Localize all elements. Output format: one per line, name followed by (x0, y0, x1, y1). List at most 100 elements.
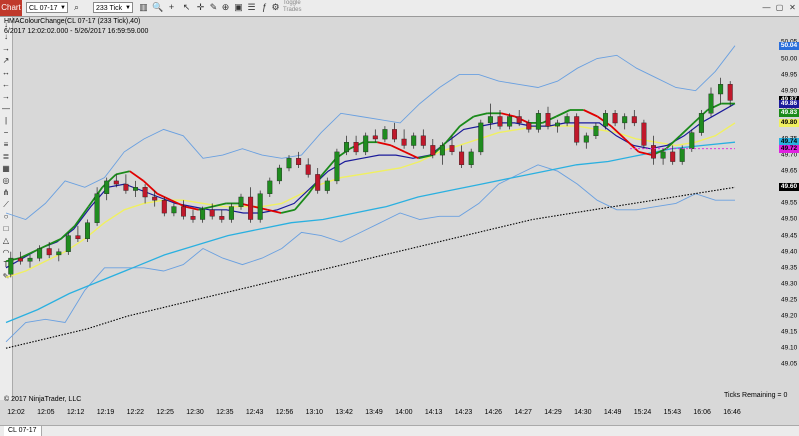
time-tick-label: 14:30 (574, 409, 592, 416)
time-tick-label: 12:35 (216, 409, 234, 416)
candle-body (37, 248, 43, 259)
candle-body (65, 235, 71, 252)
candle-body (468, 151, 474, 165)
candle-body (526, 122, 532, 130)
candle-body (344, 141, 350, 153)
time-tick-label: 12:30 (186, 409, 204, 416)
candle-body (161, 199, 167, 214)
candle-body (228, 206, 234, 220)
price-tick-label: 49.45 (781, 232, 798, 240)
time-tick-label: 12:05 (37, 409, 55, 416)
time-tick-label: 12:43 (245, 409, 264, 416)
time-tick-label: 14:00 (395, 409, 413, 416)
hma-segment (583, 109, 598, 118)
candle-body (171, 206, 177, 214)
bollinger-lower-line (5, 164, 735, 343)
blue-ma-line (5, 103, 736, 269)
candle-body (324, 180, 330, 191)
candle-body (670, 151, 676, 162)
candle-body (334, 151, 340, 182)
time-tick-label: 14:26 (484, 409, 503, 416)
candle-body (487, 116, 493, 124)
price-marker-flag: 49.83 (779, 109, 799, 118)
candle-body (612, 113, 618, 124)
candle-body (305, 164, 311, 175)
candle-body (689, 132, 695, 149)
price-tick-label: 49.40 (781, 248, 798, 256)
time-axis[interactable]: 12:02 12:05 12:12 12:19 12:22 12:25 12:30 12:35… (0, 403, 779, 425)
candle-body (209, 209, 215, 217)
candle-body (200, 209, 206, 220)
candle-body (430, 145, 436, 156)
candle-body (75, 235, 81, 240)
price-tick-label: 50.00 (781, 55, 798, 63)
price-tick-label: 49.35 (781, 264, 798, 272)
price-marker-flag: 49.86 (779, 99, 799, 108)
candle-body (257, 193, 263, 220)
candle-body (622, 116, 628, 124)
indicator-title: HMAColourChange(CL 07-17 (233 Tick),40) (4, 18, 141, 25)
candle-body (516, 116, 522, 124)
candle-body (382, 129, 388, 140)
candle-body (574, 116, 580, 143)
candle-body (439, 145, 445, 156)
time-tick-label: 12:22 (126, 409, 145, 416)
candle-body (497, 116, 503, 127)
price-axis[interactable]: 50.0550.0049.9549.9049.8549.8049.7549.70… (779, 16, 799, 403)
time-tick-label: 16:46 (723, 409, 741, 416)
chart-date-range: 6/2017 12:02:02.000 - 5/26/2017 16:59:59… (4, 28, 149, 35)
candle-body (123, 183, 129, 191)
time-tick-label: 15:24 (633, 409, 652, 416)
candle-body (679, 148, 685, 162)
candle-body (449, 145, 455, 152)
price-marker-flag: 50.04 (779, 41, 799, 50)
time-tick-label: 12:56 (275, 409, 294, 416)
cyan-ma-line (5, 141, 736, 324)
hma-segment (19, 250, 34, 259)
candle-body (727, 84, 733, 101)
candle-body (708, 93, 714, 114)
candle-body (27, 257, 33, 262)
price-tick-label: 49.15 (781, 328, 798, 336)
time-tick-label: 14:13 (424, 409, 443, 416)
price-tick-label: 49.30 (781, 280, 798, 288)
candle-body (603, 113, 609, 127)
candle-body (401, 138, 407, 146)
candle-body (104, 180, 110, 194)
candle-body (180, 206, 186, 217)
hma-segment (115, 170, 131, 176)
candle-body (248, 196, 254, 220)
price-tick-label: 49.90 (781, 87, 798, 95)
candle-body (152, 196, 158, 201)
close-icon[interactable]: ✕ (787, 2, 798, 13)
candle-body (372, 135, 378, 140)
candle-body (363, 135, 369, 153)
price-tick-label: 49.10 (781, 344, 798, 352)
candle-body (555, 122, 561, 127)
bollinger-upper-line (5, 45, 736, 221)
time-tick-label: 12:25 (156, 409, 174, 416)
time-tick-label: 13:10 (305, 409, 324, 416)
candle-body (276, 167, 282, 182)
time-tick-label: 14:29 (544, 409, 562, 416)
time-tick-label: 14:23 (454, 409, 473, 416)
hma-segment (129, 170, 145, 182)
candle-body (113, 180, 119, 185)
candle-body (660, 151, 666, 159)
candle-body (17, 257, 23, 262)
candle-body (411, 135, 417, 146)
price-tick-label: 49.05 (781, 360, 798, 368)
hma-segment (555, 109, 571, 118)
hma-segment (170, 199, 186, 208)
candle-body (142, 187, 148, 198)
candle-body (564, 116, 570, 124)
price-chart[interactable] (0, 0, 779, 403)
hma-segment (473, 112, 488, 118)
time-tick-label: 13:49 (365, 409, 383, 416)
candle-body (296, 158, 302, 165)
candle-body (94, 193, 100, 223)
time-tick-label: 14:27 (514, 409, 532, 416)
candle-body (420, 135, 426, 146)
hma-segment (390, 144, 406, 153)
candle-body (583, 135, 589, 143)
